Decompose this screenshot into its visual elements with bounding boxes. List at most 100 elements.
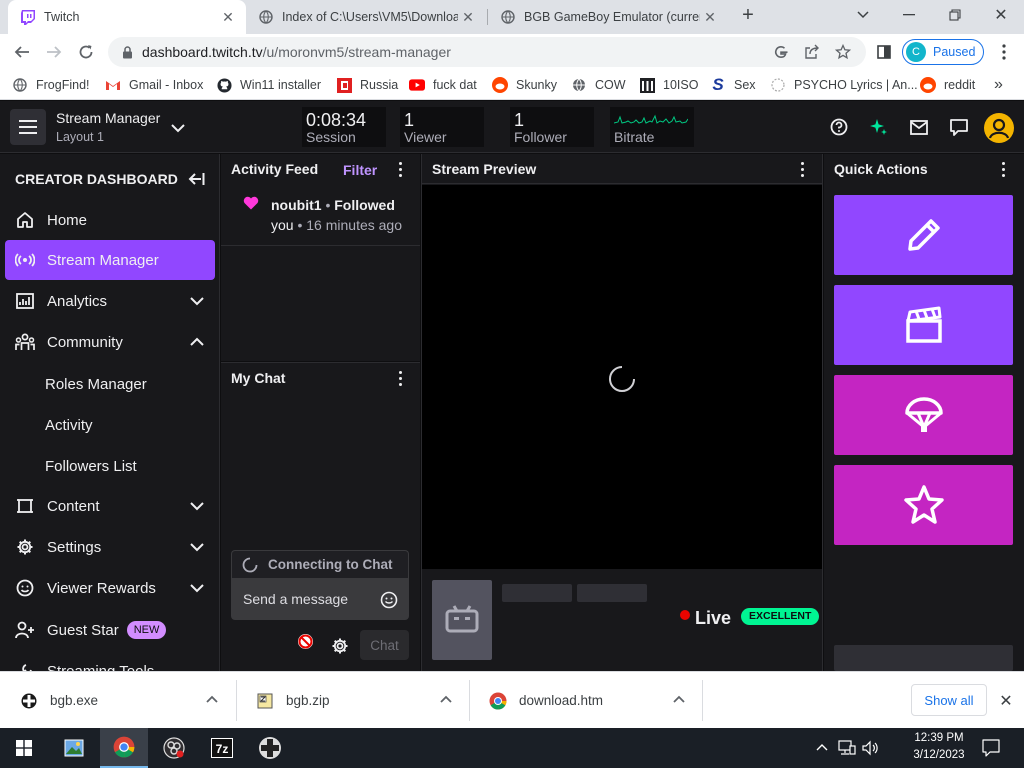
new-tab-button[interactable]: +: [734, 0, 762, 30]
filter-button[interactable]: Filter: [343, 162, 377, 178]
photos-app-icon[interactable]: [50, 728, 98, 768]
quick-action-drop[interactable]: [834, 375, 1013, 455]
avatar: C: [906, 42, 926, 62]
sidebar-item-activity[interactable]: Activity: [45, 417, 93, 434]
tab-label: Twitch: [44, 10, 80, 24]
chat-settings-icon[interactable]: [331, 637, 349, 655]
window-close-icon[interactable]: ✕: [978, 0, 1024, 30]
sidebar-item-guest-star[interactable]: Guest Star NEW: [5, 610, 215, 650]
bookmark-cow[interactable]: COW: [571, 76, 626, 94]
star-icon: [903, 485, 944, 524]
sidebar-item-followers-list[interactable]: Followers List: [45, 458, 137, 475]
google-icon[interactable]: [772, 43, 790, 61]
bookmark-frogfind[interactable]: FrogFind!: [12, 76, 90, 94]
collapse-sidebar-icon[interactable]: [186, 169, 206, 189]
clapperboard-icon: [905, 306, 942, 343]
chrome-taskbar-icon[interactable]: [100, 728, 148, 768]
sidebar-item-content[interactable]: Content: [5, 486, 215, 526]
close-icon[interactable]: ✕: [996, 691, 1016, 711]
forward-button[interactable]: [40, 38, 68, 66]
bitrate-sparkline: [614, 114, 688, 124]
chevron-down-icon: [190, 502, 204, 511]
address-bar[interactable]: dashboard.twitch.tv/u/moronvm5/stream-ma…: [108, 37, 866, 67]
bookmark-reddit[interactable]: reddit: [920, 76, 975, 94]
back-button[interactable]: [8, 38, 36, 66]
sidebar-item-viewer-rewards[interactable]: Viewer Rewards: [5, 568, 215, 608]
bookmark-fuck-dat[interactable]: fuck dat: [409, 76, 477, 94]
sidebar-item-roles-manager[interactable]: Roles Manager: [45, 376, 147, 393]
gamepad-taskbar-icon[interactable]: [246, 728, 294, 768]
more-options-icon[interactable]: [392, 370, 408, 386]
close-icon[interactable]: ✕: [218, 7, 238, 27]
network-icon[interactable]: [838, 740, 856, 756]
tab-twitch[interactable]: Twitch ✕: [8, 0, 246, 34]
quick-action-edit-stream-info[interactable]: [834, 195, 1013, 275]
sidebar-item-community[interactable]: Community: [5, 322, 215, 362]
bookmark-psycho[interactable]: PSYCHO Lyrics | An...: [770, 76, 918, 94]
sidebar-item-stream-manager[interactable]: Stream Manager: [5, 240, 215, 280]
quick-action-highlight[interactable]: [834, 465, 1013, 545]
download-item[interactable]: bgb.zip: [236, 672, 469, 729]
tab-bgb[interactable]: BGB GameBoy Emulator (current ✕: [488, 0, 728, 34]
profile-button[interactable]: C Paused: [902, 39, 984, 65]
gear-icon: [15, 537, 35, 557]
mail-icon[interactable]: [907, 115, 931, 139]
quick-actions-header: Quick Actions: [824, 154, 1024, 184]
chat-message-input[interactable]: Send a message: [231, 578, 409, 620]
tab-index[interactable]: Index of C:\Users\VM5\Download ✕: [246, 0, 486, 34]
share-icon[interactable]: [803, 43, 821, 61]
more-options-icon[interactable]: [392, 161, 408, 177]
bookmarks-overflow-button[interactable]: »: [994, 76, 1003, 94]
close-icon[interactable]: ✕: [458, 7, 478, 27]
more-options-icon[interactable]: [995, 161, 1011, 177]
stream-thumbnail[interactable]: [432, 580, 492, 660]
7zip-taskbar-icon[interactable]: 7z: [198, 728, 246, 768]
obs-taskbar-icon[interactable]: [150, 728, 198, 768]
bookmark-sex[interactable]: S Sex: [710, 75, 755, 94]
show-hidden-icons-icon[interactable]: [816, 743, 828, 751]
quick-action-add-placeholder[interactable]: [834, 645, 1013, 671]
session-stat: 0:08:34 Session: [302, 107, 386, 147]
sparkle-icon[interactable]: [867, 115, 891, 139]
windows-start-icon[interactable]: [0, 728, 48, 768]
layout-dropdown-chevron-icon[interactable]: [166, 116, 190, 140]
close-icon[interactable]: ✕: [700, 7, 720, 27]
sidebar-item-settings[interactable]: Settings: [5, 527, 215, 567]
chat-send-button[interactable]: Chat: [360, 630, 409, 660]
bookmark-russia[interactable]: Russia: [336, 76, 398, 94]
sidebar-item-analytics[interactable]: Analytics: [5, 281, 215, 321]
minimize-icon[interactable]: [886, 0, 932, 30]
bookmark-gmail[interactable]: Gmail - Inbox: [105, 76, 203, 94]
no-entry-icon[interactable]: [297, 633, 314, 650]
reload-button[interactable]: [72, 38, 100, 66]
bookmark-10iso[interactable]: 10ISO: [639, 76, 698, 94]
chat-bubble-icon[interactable]: [947, 115, 971, 139]
help-icon[interactable]: [827, 115, 851, 139]
download-item[interactable]: download.htm: [469, 672, 702, 729]
bookmark-star-icon[interactable]: [834, 43, 852, 61]
restore-icon[interactable]: [932, 0, 978, 30]
quick-action-clip[interactable]: [834, 285, 1013, 365]
sidebar-item-home[interactable]: Home: [5, 200, 215, 240]
side-panel-icon[interactable]: [870, 38, 898, 66]
bookmark-skunky[interactable]: Skunky: [492, 76, 557, 94]
bookmark-win11[interactable]: Win11 installer: [216, 76, 321, 94]
notification-icon[interactable]: [982, 739, 1000, 757]
taskbar-time[interactable]: 12:39 PM: [906, 732, 972, 744]
community-icon: [15, 332, 35, 352]
tab-search-icon[interactable]: [840, 0, 886, 30]
volume-icon[interactable]: [862, 740, 880, 756]
menu-button[interactable]: [10, 109, 46, 145]
video-player[interactable]: [422, 185, 822, 569]
show-all-downloads-button[interactable]: Show all: [911, 684, 987, 716]
taskbar-date[interactable]: 3/12/2023: [906, 749, 972, 761]
sidebar-item-streaming-tools[interactable]: Streaming Tools: [5, 651, 215, 671]
emote-picker-icon[interactable]: [380, 591, 398, 609]
lock-icon[interactable]: [118, 43, 136, 61]
more-options-icon[interactable]: [794, 161, 810, 177]
new-badge: NEW: [126, 621, 167, 639]
menu-icon[interactable]: [990, 38, 1018, 66]
download-item[interactable]: bgb.exe: [0, 672, 236, 729]
user-avatar[interactable]: [984, 113, 1014, 143]
activity-event[interactable]: noubit1 • Followed you • 16 minutes ago: [221, 184, 420, 246]
